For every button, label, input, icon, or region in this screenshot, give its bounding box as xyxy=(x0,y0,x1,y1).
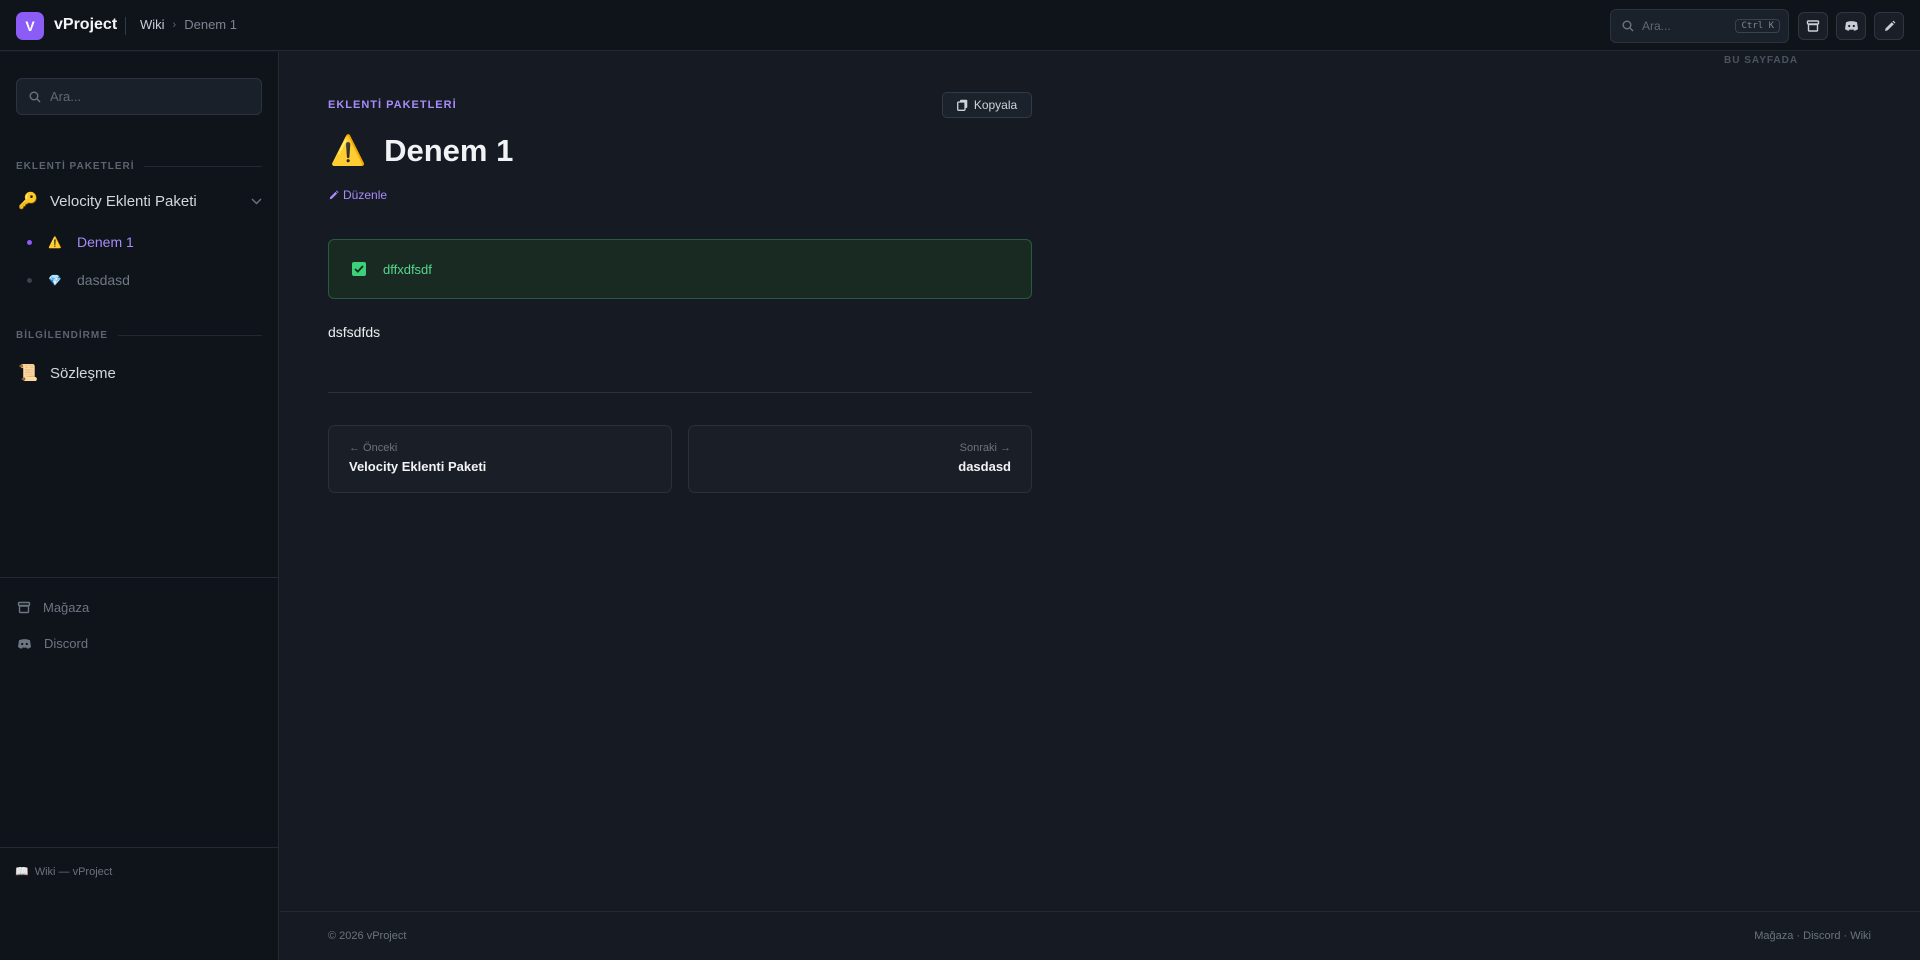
divider xyxy=(0,577,279,578)
sidebar-item-label: dasdasd xyxy=(77,272,130,288)
sidebar-search-input[interactable]: Ara... xyxy=(16,78,262,115)
page-category: EKLENTİ PAKETLERİ xyxy=(328,99,457,111)
callout-text: dffxdfsdf xyxy=(383,261,432,277)
shortcut-badge: Ctrl K xyxy=(1735,19,1780,33)
logo[interactable]: V xyxy=(16,12,44,40)
divider xyxy=(117,335,262,336)
check-icon xyxy=(352,262,366,276)
copy-icon xyxy=(956,99,968,111)
sidebar-link-label: Discord xyxy=(44,636,89,651)
prev-page-card[interactable]: ← Önceki Velocity Eklenti Paketi xyxy=(328,425,672,493)
sidebar: Ara... EKLENTİ PAKETLERİ 🔑 Velocity Ekle… xyxy=(0,52,279,960)
next-page-title: dasdasd xyxy=(958,459,1011,474)
key-icon: 🔑 xyxy=(18,193,38,210)
copy-button-label: Kopyala xyxy=(973,98,1018,112)
book-icon: 📖 xyxy=(15,866,29,878)
discord-icon xyxy=(1844,21,1858,31)
sidebar-item-denem-1[interactable]: ⚠️ Denem 1 xyxy=(27,234,257,250)
pencil-icon xyxy=(1884,20,1895,31)
success-callout: dffxdfsdf xyxy=(328,239,1032,299)
active-dot xyxy=(27,239,32,245)
next-page-hint: Sonraki → xyxy=(959,442,1011,454)
divider xyxy=(144,166,262,167)
edit-link-label: Düzenle xyxy=(343,188,388,202)
page-title-text: Denem 1 xyxy=(384,133,514,168)
sidebar-group-velocity[interactable]: 🔑 Velocity Eklenti Paketi xyxy=(18,191,262,211)
pencil-icon xyxy=(329,190,339,199)
next-page-card[interactable]: Sonraki → dasdasd xyxy=(688,425,1032,493)
section-heading-label: EKLENTİ PAKETLERİ xyxy=(16,161,135,172)
warning-icon: ⚠️ xyxy=(48,236,62,249)
store-icon xyxy=(1806,20,1820,32)
prev-page-hint: ← Önceki xyxy=(349,442,398,454)
divider xyxy=(0,847,279,848)
gem-icon: 💎 xyxy=(48,274,62,287)
sidebar-link-magaza[interactable]: Mağaza xyxy=(17,600,89,615)
discord-icon xyxy=(18,638,31,649)
sidebar-section-heading: EKLENTİ PAKETLERİ xyxy=(16,161,262,172)
section-heading-label: BİLGİLENDİRME xyxy=(16,330,108,341)
scroll-icon: 📜 xyxy=(18,365,38,382)
edit-button[interactable] xyxy=(1874,12,1904,40)
divider xyxy=(125,17,126,35)
page-title: ⚠️ Denem 1 xyxy=(330,133,513,169)
search-icon xyxy=(1622,20,1634,32)
sidebar-item-label: Denem 1 xyxy=(77,234,134,250)
edit-link[interactable]: Düzenle xyxy=(328,188,387,202)
sidebar-item-label: Sözleşme xyxy=(50,364,116,382)
sidebar-footer-text: Wiki — vProject xyxy=(34,865,113,878)
prev-page-title: Velocity Eklenti Paketi xyxy=(349,459,487,474)
chevron-right-icon: › xyxy=(172,18,177,31)
store-icon xyxy=(17,601,31,614)
discord-button[interactable] xyxy=(1836,12,1866,40)
breadcrumb-wiki-link[interactable]: Wiki xyxy=(140,17,165,32)
warning-icon: ⚠️ xyxy=(330,135,367,167)
copy-button[interactable]: Kopyala xyxy=(942,92,1032,118)
sidebar-item-sozlesme[interactable]: 📜 Sözleşme xyxy=(18,363,262,383)
sidebar-link-discord[interactable]: Discord xyxy=(17,636,88,651)
global-search-input[interactable]: Ara... Ctrl K xyxy=(1610,9,1789,43)
top-bar: V vProject Wiki › Denem 1 Ara... Ctrl K xyxy=(0,0,1920,51)
search-icon xyxy=(29,91,41,102)
sidebar-section-heading: BİLGİLENDİRME xyxy=(16,330,262,341)
chevron-down-icon[interactable] xyxy=(251,198,262,205)
page-body: dsfsdfds xyxy=(328,324,381,340)
footer-copyright: © 2026 vProject xyxy=(328,930,407,942)
bullet-dot xyxy=(27,277,32,283)
sidebar-group-label: Velocity Eklenti Paketi xyxy=(50,192,197,210)
sidebar-item-dasdasd[interactable]: 💎 dasdasd xyxy=(27,272,257,288)
divider xyxy=(328,392,1032,393)
sidebar-footer: 📖 Wiki — vProject xyxy=(15,865,113,879)
footer-links[interactable]: Mağaza · Discord · Wiki xyxy=(1754,930,1871,942)
sidebar-search-placeholder: Ara... xyxy=(50,89,82,104)
breadcrumb-current: Denem 1 xyxy=(184,17,237,32)
sidebar-link-label: Mağaza xyxy=(43,600,90,615)
store-button[interactable] xyxy=(1798,12,1828,40)
toc-heading: BU SAYFADA xyxy=(1724,55,1799,66)
breadcrumb: Wiki › Denem 1 xyxy=(140,17,237,32)
search-placeholder: Ara... xyxy=(1642,19,1671,33)
app-name[interactable]: vProject xyxy=(54,16,117,34)
page-footer: © 2026 vProject Mağaza · Discord · Wiki xyxy=(280,911,1920,960)
